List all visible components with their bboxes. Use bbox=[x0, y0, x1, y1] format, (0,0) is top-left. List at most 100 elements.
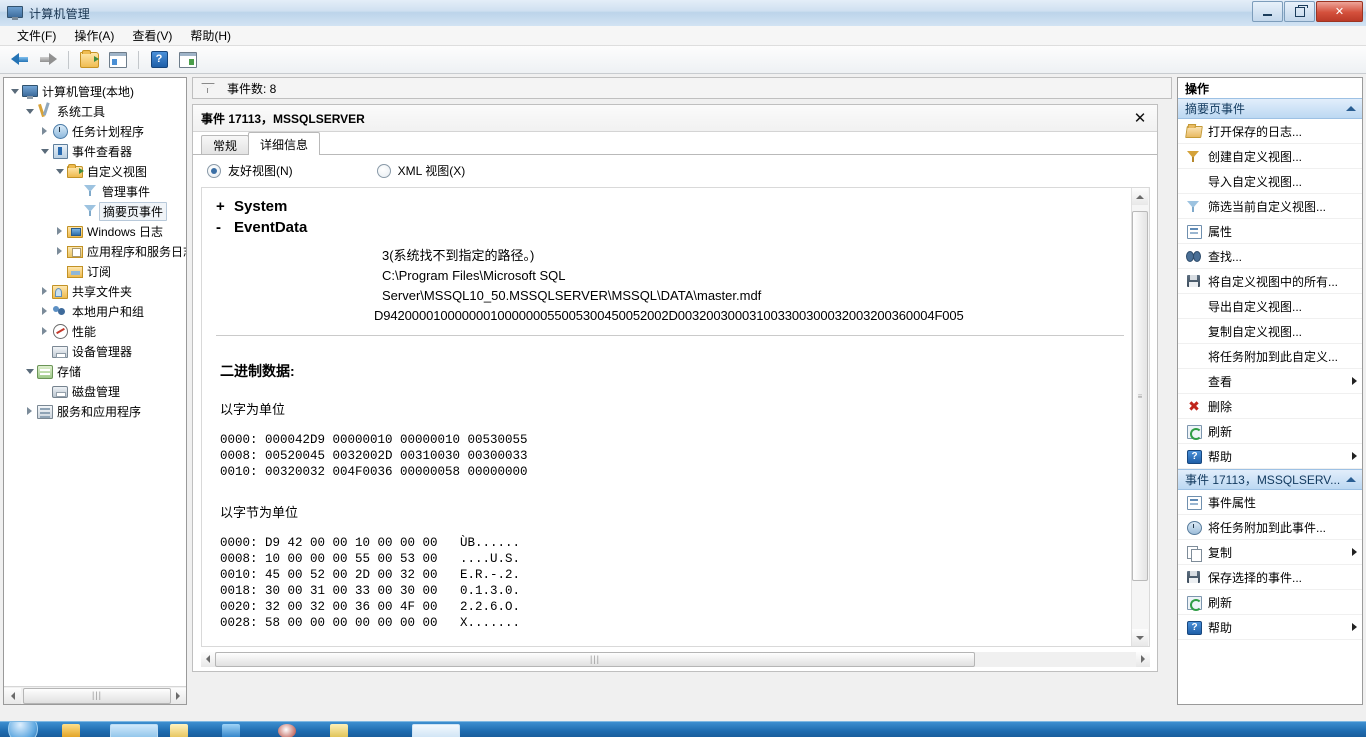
show-action-pane-button[interactable] bbox=[175, 48, 201, 72]
menu-file[interactable]: 文件(F) bbox=[8, 25, 65, 46]
close-button[interactable]: ✕ bbox=[1316, 1, 1363, 22]
action-item-0-9[interactable]: 将任务附加到此自定义... bbox=[1178, 344, 1362, 369]
expand-plus-icon[interactable]: + bbox=[216, 198, 234, 215]
up-folder-button[interactable] bbox=[76, 48, 102, 72]
detail-scroll-right-button[interactable] bbox=[1136, 651, 1150, 667]
tree-item-10[interactable]: 共享文件夹 bbox=[4, 281, 186, 301]
action-item-0-0[interactable]: 打开保存的日志... bbox=[1178, 119, 1362, 144]
maximize-button[interactable] bbox=[1284, 1, 1315, 22]
chevron-down-icon[interactable] bbox=[23, 361, 36, 381]
back-button[interactable] bbox=[6, 48, 32, 72]
action-item-1-1[interactable]: 将任务附加到此事件... bbox=[1178, 515, 1362, 540]
tab-details[interactable]: 详细信息 bbox=[248, 132, 321, 155]
taskbar-item-active[interactable] bbox=[110, 724, 158, 737]
detail-scroll-down-button[interactable] bbox=[1132, 629, 1148, 646]
taskbar-item[interactable] bbox=[330, 724, 348, 737]
chevron-right-icon[interactable] bbox=[38, 121, 51, 141]
bytes-unit-label: 以字节为单位 bbox=[220, 505, 299, 520]
tree-item-9[interactable]: 订阅 bbox=[4, 261, 186, 281]
tree-item-8[interactable]: 应用程序和服务日志 bbox=[4, 241, 186, 261]
tree-scroll-left-button[interactable] bbox=[4, 687, 21, 704]
detail-scroll-track[interactable]: ≡ bbox=[1132, 205, 1149, 629]
detail-hscroll-thumb[interactable]: ||| bbox=[215, 651, 975, 667]
taskbar-item[interactable] bbox=[278, 724, 296, 737]
action-item-0-12[interactable]: 刷新 bbox=[1178, 419, 1362, 444]
action-item-1-3[interactable]: 保存选择的事件... bbox=[1178, 565, 1362, 590]
taskbar-item[interactable] bbox=[62, 724, 80, 737]
menu-help[interactable]: 帮助(H) bbox=[181, 25, 240, 46]
chevron-down-icon[interactable] bbox=[8, 81, 21, 101]
tree-item-12[interactable]: 性能 bbox=[4, 321, 186, 341]
show-console-tree-button[interactable] bbox=[105, 48, 131, 72]
close-detail-icon[interactable]: ✕ bbox=[1131, 109, 1149, 127]
tree-scroll-track[interactable]: ||| bbox=[21, 687, 171, 704]
detail-hscroll-track[interactable]: ||| bbox=[215, 651, 1136, 667]
action-item-0-2[interactable]: 导入自定义视图... bbox=[1178, 169, 1362, 194]
detail-horizontal-scrollbar[interactable]: ||| bbox=[201, 650, 1150, 668]
taskbar-item[interactable] bbox=[412, 724, 460, 737]
chevron-down-icon[interactable] bbox=[23, 101, 36, 121]
tree-item-3[interactable]: 事件查看器 bbox=[4, 141, 186, 161]
action-item-label: 导出自定义视图... bbox=[1208, 299, 1303, 314]
radio-xml-view[interactable]: XML 视图(X) bbox=[376, 162, 465, 179]
start-orb-icon[interactable] bbox=[8, 722, 38, 737]
actions-group-header-0[interactable]: 摘要页事件 bbox=[1178, 98, 1362, 119]
tree-item-2[interactable]: 任务计划程序 bbox=[4, 121, 186, 141]
minimize-button[interactable] bbox=[1252, 1, 1283, 22]
tree-item-0[interactable]: 计算机管理(本地) bbox=[4, 81, 186, 101]
help-button[interactable]: ? bbox=[146, 48, 172, 72]
tab-general[interactable]: 常规 bbox=[201, 135, 250, 155]
collapse-minus-icon[interactable]: - bbox=[216, 219, 234, 236]
chevron-up-icon[interactable] bbox=[1346, 477, 1356, 482]
chevron-right-icon[interactable] bbox=[38, 281, 51, 301]
action-item-0-7[interactable]: 导出自定义视图... bbox=[1178, 294, 1362, 319]
taskbar-item[interactable] bbox=[222, 724, 240, 737]
chevron-up-icon[interactable] bbox=[1346, 106, 1356, 111]
action-item-1-0[interactable]: 事件属性 bbox=[1178, 490, 1362, 515]
chevron-down-icon[interactable] bbox=[38, 141, 51, 161]
action-item-1-5[interactable]: ? 帮助 bbox=[1178, 615, 1362, 640]
actions-group-header-1[interactable]: 事件 17113，MSSQLSERV... bbox=[1178, 469, 1362, 490]
action-item-0-4[interactable]: 属性 bbox=[1178, 219, 1362, 244]
action-item-0-11[interactable]: ✖ 删除 bbox=[1178, 394, 1362, 419]
menu-action[interactable]: 操作(A) bbox=[65, 25, 123, 46]
chevron-right-icon[interactable] bbox=[53, 221, 66, 241]
tree-item-11[interactable]: 本地用户和组 bbox=[4, 301, 186, 321]
radio-friendly-view[interactable]: 友好视图(N) bbox=[207, 162, 293, 179]
tree-scroll-right-button[interactable] bbox=[169, 687, 186, 704]
forward-button[interactable] bbox=[35, 48, 61, 72]
tree-item-7[interactable]: Windows 日志 bbox=[4, 221, 186, 241]
chevron-down-icon[interactable] bbox=[53, 161, 66, 181]
action-item-0-6[interactable]: 将自定义视图中的所有... bbox=[1178, 269, 1362, 294]
action-item-1-4[interactable]: 刷新 bbox=[1178, 590, 1362, 615]
tree-item-14[interactable]: 存储 bbox=[4, 361, 186, 381]
chevron-right-icon[interactable] bbox=[53, 241, 66, 261]
tree-item-1[interactable]: 系统工具 bbox=[4, 101, 186, 121]
action-item-0-5[interactable]: 查找... bbox=[1178, 244, 1362, 269]
action-item-0-8[interactable]: 复制自定义视图... bbox=[1178, 319, 1362, 344]
chevron-right-icon[interactable] bbox=[23, 401, 36, 421]
tree-item-4[interactable]: 自定义视图 bbox=[4, 161, 186, 181]
menu-view[interactable]: 查看(V) bbox=[123, 25, 181, 46]
tree-item-15[interactable]: 磁盘管理 bbox=[4, 381, 186, 401]
xml-node-eventdata[interactable]: - EventData bbox=[216, 219, 1132, 236]
action-item-0-1[interactable]: 创建自定义视图... bbox=[1178, 144, 1362, 169]
tree-item-13[interactable]: 设备管理器 bbox=[4, 341, 186, 361]
xml-node-system[interactable]: + System bbox=[216, 198, 1132, 215]
action-item-0-13[interactable]: ? 帮助 bbox=[1178, 444, 1362, 469]
chevron-right-icon[interactable] bbox=[38, 321, 51, 341]
detail-vertical-scrollbar[interactable]: ≡ bbox=[1131, 188, 1149, 646]
tree-item-16[interactable]: 服务和应用程序 bbox=[4, 401, 186, 421]
chevron-right-icon[interactable] bbox=[38, 301, 51, 321]
taskbar-item[interactable] bbox=[170, 724, 188, 737]
detail-scroll-left-button[interactable] bbox=[201, 651, 215, 667]
tree-item-6[interactable]: 摘要页事件 bbox=[4, 201, 186, 221]
action-item-0-10[interactable]: 查看 bbox=[1178, 369, 1362, 394]
tree-horizontal-scrollbar[interactable]: ||| bbox=[4, 686, 186, 704]
tree-scroll-thumb[interactable]: ||| bbox=[23, 687, 171, 704]
action-item-0-3[interactable]: 筛选当前自定义视图... bbox=[1178, 194, 1362, 219]
tree-item-5[interactable]: 管理事件 bbox=[4, 181, 186, 201]
detail-scroll-thumb[interactable]: ≡ bbox=[1132, 211, 1148, 581]
action-item-1-2[interactable]: 复制 bbox=[1178, 540, 1362, 565]
detail-scroll-up-button[interactable] bbox=[1132, 188, 1148, 205]
